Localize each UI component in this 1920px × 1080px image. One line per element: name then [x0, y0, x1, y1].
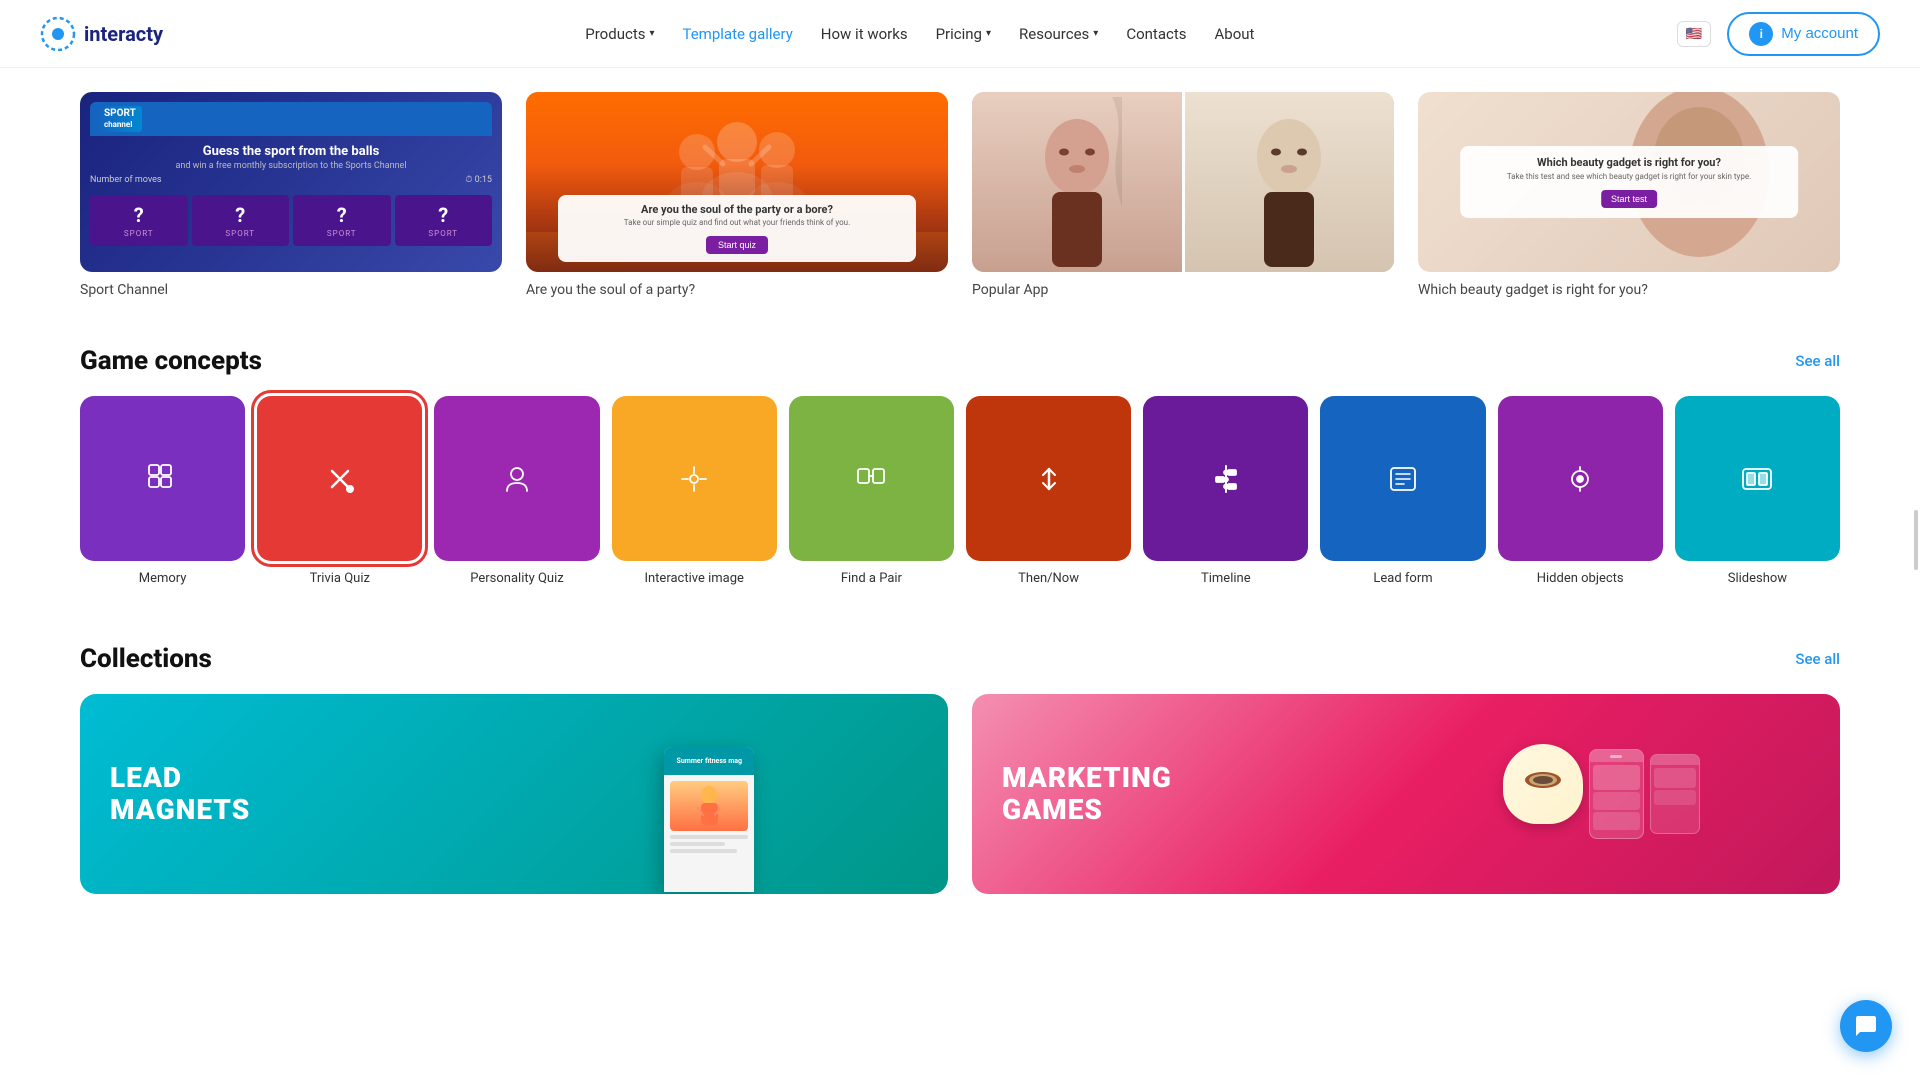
game-concepts-see-all[interactable]: See all	[1795, 352, 1840, 370]
game-card-interactive[interactable]: Interactive image	[612, 396, 777, 588]
logo[interactable]: interacty	[40, 16, 163, 52]
game-card-personality-label: Personality Quiz	[470, 571, 563, 588]
game-concepts-title: Game concepts	[80, 346, 262, 376]
sport-cell-1: ? SPORT	[90, 195, 188, 246]
sport-card-title: Guess the sport from the balls	[203, 144, 380, 159]
beauty-subtitle: Take this test and see which beauty gadg…	[1474, 172, 1784, 181]
popular-card-label: Popular App	[972, 282, 1394, 298]
collection-lead-text: LEADMAGNETS	[110, 762, 250, 826]
nav-template-gallery[interactable]: Template gallery	[683, 25, 793, 43]
party-start-button[interactable]: Start quiz	[706, 236, 768, 254]
collections-section: Collections See all LEADMAGNETS Summer f…	[80, 628, 1840, 934]
game-card-leadform[interactable]: Lead form	[1320, 396, 1485, 588]
beauty-question: Which beauty gadget is right for you?	[1474, 156, 1784, 169]
collection-lead-img: Summer fitness mag	[471, 694, 948, 894]
game-card-timeline[interactable]: Timeline	[1143, 396, 1308, 588]
game-card-hidden[interactable]: Hidden objects	[1498, 396, 1663, 588]
collection-lead-magnets[interactable]: LEADMAGNETS Summer fitness mag	[80, 694, 948, 894]
game-card-interactive-label: Interactive image	[644, 571, 743, 588]
collection-marketing-img	[1363, 694, 1840, 894]
sport-cell-3: ? SPORT	[293, 195, 391, 246]
party-card-label: Are you the soul of a party?	[526, 282, 948, 298]
language-selector[interactable]: 🇺🇸	[1677, 21, 1712, 47]
navbar: interacty Products ▾ Template gallery Ho…	[0, 0, 1920, 68]
game-card-timeline-label: Timeline	[1201, 571, 1251, 588]
game-card-thennow-label: Then/Now	[1018, 571, 1079, 588]
party-subtitle: Take our simple quiz and find out what y…	[570, 218, 905, 227]
timer: ⏱ 0:15	[465, 175, 492, 185]
game-card-trivia[interactable]: Trivia Quiz	[257, 396, 422, 588]
chevron-down-icon-pricing: ▾	[986, 28, 991, 39]
featured-card-sport[interactable]: SPORTchannel Guess the sport from the ba…	[80, 92, 502, 298]
nav-resources[interactable]: Resources ▾	[1019, 25, 1098, 43]
game-card-hidden-label: Hidden objects	[1537, 571, 1624, 588]
beauty-start-button[interactable]: Start test	[1601, 190, 1657, 208]
my-account-button[interactable]: i My account	[1727, 12, 1880, 56]
account-avatar: i	[1749, 22, 1773, 46]
game-card-findpair-label: Find a Pair	[841, 571, 902, 588]
collections-title: Collections	[80, 644, 212, 674]
nav-links: Products ▾ Template gallery How it works…	[585, 25, 1254, 43]
featured-card-beauty[interactable]: Which beauty gadget is right for you? Ta…	[1418, 92, 1840, 298]
featured-card-party[interactable]: Are you the soul of the party or a bore?…	[526, 92, 948, 298]
moves-label: Number of moves	[90, 175, 162, 185]
game-concepts-section: Game concepts See all Memory Trivia Quiz	[80, 330, 1840, 628]
game-card-memory-label: Memory	[139, 571, 187, 588]
nav-contacts[interactable]: Contacts	[1126, 25, 1186, 43]
nav-how-it-works[interactable]: How it works	[821, 25, 908, 43]
sport-cell-2: ? SPORT	[192, 195, 290, 246]
scrollbar[interactable]	[1914, 510, 1918, 570]
nav-right: 🇺🇸 i My account	[1677, 12, 1880, 56]
logo-text: interacty	[84, 22, 163, 46]
sport-card-sub: and win a free monthly subscription to t…	[175, 161, 406, 171]
party-question: Are you the soul of the party or a bore?	[570, 203, 905, 216]
featured-row: SPORTchannel Guess the sport from the ba…	[80, 68, 1840, 330]
game-card-thennow[interactable]: Then/Now	[966, 396, 1131, 588]
nav-products[interactable]: Products ▾	[585, 25, 654, 43]
collections-row: LEADMAGNETS Summer fitness mag	[80, 694, 1840, 894]
collections-see-all[interactable]: See all	[1795, 650, 1840, 668]
game-card-trivia-label: Trivia Quiz	[310, 571, 370, 588]
sport-cell-4: ? SPORT	[395, 195, 493, 246]
nav-about[interactable]: About	[1214, 25, 1254, 43]
beauty-card-label: Which beauty gadget is right for you?	[1418, 282, 1840, 298]
flag-icon: 🇺🇸	[1686, 26, 1703, 42]
nav-pricing[interactable]: Pricing ▾	[936, 25, 991, 43]
game-card-slideshow-label: Slideshow	[1728, 571, 1787, 588]
sport-channel-badge: SPORTchannel	[98, 106, 142, 132]
chevron-down-icon: ▾	[649, 28, 654, 39]
main-content: SPORTchannel Guess the sport from the ba…	[0, 68, 1920, 934]
game-cards-row: Memory Trivia Quiz Personality Quiz	[80, 396, 1840, 588]
featured-card-popular[interactable]: Popular App	[972, 92, 1394, 298]
chevron-down-icon-resources: ▾	[1093, 28, 1098, 39]
game-card-leadform-label: Lead form	[1373, 571, 1432, 588]
game-card-findpair[interactable]: Find a Pair	[789, 396, 954, 588]
collection-marketing-games[interactable]: MARKETINGGAMES	[972, 694, 1840, 894]
sport-card-label: Sport Channel	[80, 282, 502, 298]
collection-marketing-text: MARKETINGGAMES	[1002, 762, 1172, 826]
game-card-memory[interactable]: Memory	[80, 396, 245, 588]
game-card-slideshow[interactable]: Slideshow	[1675, 396, 1840, 588]
chat-fab[interactable]	[1840, 1000, 1892, 1052]
game-card-personality[interactable]: Personality Quiz	[434, 396, 599, 588]
